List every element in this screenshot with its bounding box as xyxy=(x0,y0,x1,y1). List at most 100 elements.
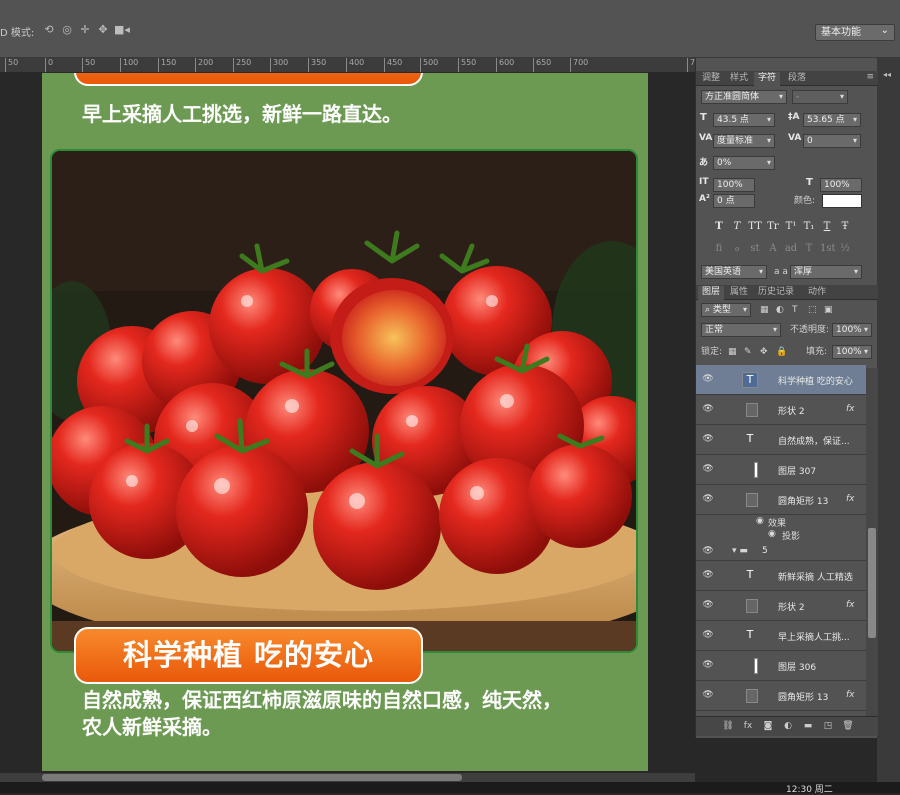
drag-3d-icon[interactable]: ✛ xyxy=(78,24,92,36)
add-style-icon[interactable]: fx xyxy=(742,720,754,732)
tab-paragraph[interactable]: 段落 xyxy=(784,72,810,86)
anti-alias-select[interactable]: 浑厚 xyxy=(790,265,862,279)
rotate-3d-icon[interactable]: ⟲ xyxy=(42,24,56,36)
font-size-field[interactable]: 43.5 点 xyxy=(713,113,775,127)
opacity-field[interactable]: 100% xyxy=(832,323,872,337)
eye-icon[interactable]: 👁 xyxy=(702,494,714,504)
titling-alternates-button[interactable]: ad xyxy=(784,242,798,256)
tab-adjustments[interactable]: 调整 xyxy=(698,72,724,86)
filter-adjustment-icon[interactable]: ◐ xyxy=(776,304,784,316)
effects-eye-icon[interactable]: ◉ xyxy=(756,516,764,526)
eye-icon[interactable]: 👁 xyxy=(702,690,714,700)
faux-italic-button[interactable]: T xyxy=(730,220,744,234)
vertical-scale-field[interactable]: 100% xyxy=(713,178,755,192)
filter-smart-object-icon[interactable]: ▣ xyxy=(824,304,833,316)
layer-row[interactable]: 👁 T 新鲜采摘 人工精选 xyxy=(696,561,866,591)
layers-scroll-thumb[interactable] xyxy=(868,528,876,638)
link-layers-icon[interactable]: ⛓ xyxy=(722,720,734,732)
blend-mode-select[interactable]: 正常 xyxy=(701,323,781,337)
tracking-field[interactable]: 0 xyxy=(803,134,861,148)
kerning-field[interactable]: 度量标准 xyxy=(713,134,775,148)
drop-shadow-row[interactable]: ◉ 投影 xyxy=(696,529,866,542)
eye-icon[interactable]: 👁 xyxy=(702,546,714,556)
fractions-button[interactable]: ½ xyxy=(838,242,852,256)
eye-icon[interactable]: 👁 xyxy=(702,374,714,384)
eye-icon[interactable]: 👁 xyxy=(702,570,714,580)
lock-paint-icon[interactable]: ✎ xyxy=(744,346,752,358)
ligatures-button[interactable]: fi xyxy=(712,242,726,256)
collapse-icon[interactable]: ◂◂ xyxy=(883,70,893,80)
stylistic-alternates-button[interactable]: A xyxy=(766,242,780,256)
fx-icon[interactable]: fx xyxy=(846,600,855,610)
faux-bold-button[interactable]: T xyxy=(712,220,726,234)
discretionary-ligatures-button[interactable]: ℴ xyxy=(730,242,744,256)
tab-styles[interactable]: 样式 xyxy=(726,72,752,86)
font-style-select[interactable]: - xyxy=(792,90,848,104)
filter-type-icon[interactable]: T xyxy=(792,304,798,316)
new-adjustment-icon[interactable]: ◐ xyxy=(782,720,794,732)
shadow-eye-icon[interactable]: ◉ xyxy=(768,529,776,539)
slide-3d-icon[interactable]: ✥ xyxy=(96,24,110,36)
fx-icon[interactable]: fx xyxy=(846,690,855,700)
layer-row[interactable]: 👁 圆角矩形 13 fx xyxy=(696,485,866,515)
eye-icon[interactable]: 👁 xyxy=(702,464,714,474)
panel-menu-icon[interactable]: ≡ xyxy=(866,72,874,82)
layer-row[interactable]: 👁 圆角矩形 13 fx xyxy=(696,681,866,711)
layer-row[interactable]: 👁 T 早上采摘人工挑... xyxy=(696,621,866,651)
font-family-select[interactable]: 方正准圆简体 xyxy=(701,90,787,104)
workspace-selector[interactable]: 基本功能 xyxy=(815,23,895,41)
layer-row[interactable]: 👁 T 科学种植 吃的安心 xyxy=(696,365,866,395)
character-panel-tabs: 调整 样式 字符 段落 ≡ xyxy=(696,71,878,86)
strikethrough-button[interactable]: Ŧ xyxy=(838,220,852,234)
layer-row[interactable]: 👁 图层 306 xyxy=(696,651,866,681)
lock-transparent-icon[interactable]: ▦ xyxy=(728,346,737,358)
filter-pixel-icon[interactable]: ▦ xyxy=(760,304,769,316)
subscript-button[interactable]: T₁ xyxy=(802,220,816,234)
eye-icon[interactable]: 👁 xyxy=(702,630,714,640)
scale-3d-icon[interactable]: ■◂ xyxy=(114,24,130,36)
fx-icon[interactable]: fx xyxy=(846,494,855,504)
new-group-icon[interactable]: ▬ xyxy=(802,720,814,732)
tab-properties[interactable]: 属性 xyxy=(726,286,752,300)
tab-character[interactable]: 字符 xyxy=(754,72,781,86)
eye-icon[interactable]: 👁 xyxy=(702,660,714,670)
baseline-shift-field[interactable]: 0 点 xyxy=(713,194,755,208)
fx-icon[interactable]: fx xyxy=(846,404,855,414)
leading-field[interactable]: 53.65 点 xyxy=(803,113,861,127)
layer-row[interactable]: 👁 形状 2 fx xyxy=(696,591,866,621)
ordinals-button[interactable]: T xyxy=(802,242,816,256)
layer-row[interactable]: 👁 图层 307 xyxy=(696,455,866,485)
tab-history[interactable]: 历史记录 xyxy=(754,286,798,300)
underline-button[interactable]: T xyxy=(820,220,834,234)
superscript-button[interactable]: T¹ xyxy=(784,220,798,234)
document-canvas[interactable]: 早上采摘人工挑选，新鲜一路直达。 科学种植 吃的安心 自然成熟，保证西红柿原滋原… xyxy=(42,73,648,771)
effects-row[interactable]: ◉ 效果 xyxy=(696,516,866,529)
add-mask-icon[interactable]: ◙ xyxy=(762,720,774,732)
tsume-field[interactable]: 0% xyxy=(713,156,775,170)
eye-icon[interactable]: 👁 xyxy=(702,600,714,610)
language-select[interactable]: 美国英语 xyxy=(701,265,767,279)
trash-icon[interactable]: 🗑 xyxy=(842,720,854,732)
layer-row[interactable]: 👁 形状 2 fx xyxy=(696,395,866,425)
layer-filter-select[interactable]: ⌕ 类型 xyxy=(701,303,751,317)
ruler-tick: 700 xyxy=(570,58,588,72)
swash-button[interactable]: st xyxy=(748,242,762,256)
roll-3d-icon[interactable]: ◎ xyxy=(60,24,74,36)
new-layer-icon[interactable]: ◳ xyxy=(822,720,834,732)
text-color-swatch[interactable] xyxy=(822,194,862,208)
filter-shape-icon[interactable]: ⬚ xyxy=(808,304,817,316)
eye-icon[interactable]: 👁 xyxy=(702,434,714,444)
eye-icon[interactable]: 👁 xyxy=(702,404,714,414)
layer-row[interactable]: 👁 T 自然成熟，保证... xyxy=(696,425,866,455)
tab-actions[interactable]: 动作 xyxy=(804,286,830,300)
ordinal-button[interactable]: 1st xyxy=(820,242,836,256)
tab-layers[interactable]: 图层 xyxy=(698,286,725,300)
lock-all-icon[interactable]: 🔒 xyxy=(776,346,787,358)
horizontal-scale-field[interactable]: 100% xyxy=(820,178,862,192)
group-row[interactable]: 👁 ▾ ▬ 5 xyxy=(696,543,866,561)
lock-position-icon[interactable]: ✥ xyxy=(760,346,768,358)
small-caps-button[interactable]: Tr xyxy=(766,220,780,234)
all-caps-button[interactable]: TT xyxy=(748,220,762,234)
fill-field[interactable]: 100% xyxy=(832,345,872,359)
horizontal-scroll-thumb[interactable] xyxy=(42,774,462,781)
